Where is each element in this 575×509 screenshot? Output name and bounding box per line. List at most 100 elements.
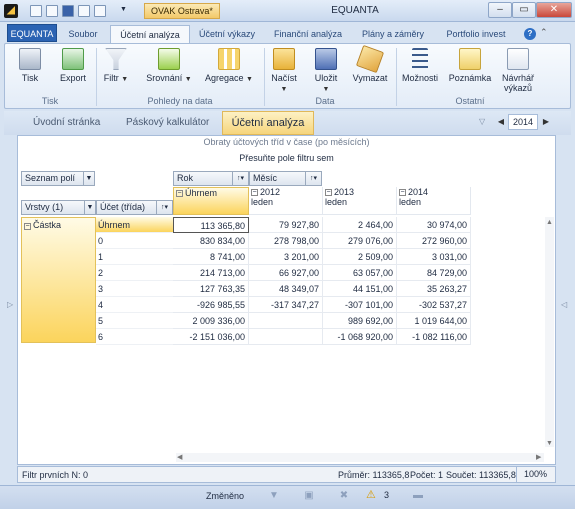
cell-y2014[interactable]: -1 082 116,00	[397, 329, 471, 345]
column-header-2012[interactable]: −2012 leden	[249, 187, 323, 215]
compare-button[interactable]: Srovnání ▼	[144, 48, 194, 83]
cell-total[interactable]: 113 365,80	[173, 217, 249, 233]
cell-y2013[interactable]: 44 151,00	[323, 281, 397, 297]
row-label[interactable]: 5	[96, 313, 173, 329]
cell-y2012[interactable]: 278 798,00	[249, 233, 323, 249]
cell-y2013[interactable]: 279 076,00	[323, 233, 397, 249]
cell-y2014[interactable]: -302 537,27	[397, 297, 471, 313]
filter-button[interactable]: Filtr ▼	[100, 48, 132, 83]
save-button[interactable]: Uložit ▼	[310, 48, 342, 93]
scroll-right-icon[interactable]: ▶	[536, 453, 541, 461]
cell-y2014[interactable]: 35 263,27	[397, 281, 471, 297]
nav-tab-tape-calculator[interactable]: Páskový kalkulátor	[126, 117, 209, 128]
print-button[interactable]: Tisk	[14, 48, 46, 83]
new-file-icon[interactable]	[30, 5, 42, 17]
tab-plany-a-zamery[interactable]: Plány a záměry	[356, 25, 430, 43]
cell-y2014[interactable]: 84 729,00	[397, 265, 471, 281]
cell-y2013[interactable]: -307 101,00	[323, 297, 397, 313]
filter-drop-zone[interactable]: Přesuňte pole filtru sem	[17, 153, 556, 163]
tab-financni-analyza[interactable]: Finanční analýza	[268, 25, 348, 43]
clear-button[interactable]: Vymazat	[350, 44, 390, 83]
collapse-icon[interactable]: −	[176, 190, 183, 198]
cell-y2012[interactable]: -317 347,27	[249, 297, 323, 313]
row-label[interactable]: 2	[96, 265, 173, 281]
cell-y2014[interactable]: 1 019 644,00	[397, 313, 471, 329]
horizontal-scrollbar[interactable]	[176, 453, 544, 462]
print-preview-icon[interactable]	[94, 5, 106, 17]
quick-access-dropdown-icon[interactable]: ▼	[120, 6, 127, 13]
row-label[interactable]: 3	[96, 281, 173, 297]
pin-icon[interactable]: ▣	[302, 489, 316, 503]
cell-y2013[interactable]: -1 068 920,00	[323, 329, 397, 345]
zoom-level[interactable]: 100%	[516, 467, 554, 482]
warning-icon[interactable]: ⚠	[366, 488, 376, 501]
cell-y2013[interactable]: 2 464,00	[323, 217, 397, 233]
row-label[interactable]: 6	[96, 329, 173, 345]
close-button[interactable]: ✕	[536, 2, 572, 18]
cell-total[interactable]: 214 713,00	[173, 265, 249, 281]
help-icon[interactable]: ?	[524, 28, 536, 40]
right-panel-toggle-icon[interactable]: ◁	[561, 300, 567, 309]
row-field-ucet[interactable]: Účet (třída) ↑▾	[96, 200, 173, 215]
print-icon[interactable]	[78, 5, 90, 17]
column-field-rok[interactable]: Rok ↑▾	[173, 171, 249, 186]
column-header-2014[interactable]: −2014 leden	[397, 187, 471, 215]
cell-total[interactable]: 2 009 336,00	[173, 313, 249, 329]
cell-y2012[interactable]: 3 201,00	[249, 249, 323, 265]
year-selector[interactable]: 2014	[508, 114, 538, 130]
tab-portfolio-invest[interactable]: Portfolio invest	[440, 25, 512, 43]
left-panel-toggle-icon[interactable]: ▷	[7, 300, 13, 309]
cell-total[interactable]: 127 763,35	[173, 281, 249, 297]
open-folder-icon[interactable]	[46, 5, 58, 17]
cell-y2013[interactable]: 989 692,00	[323, 313, 397, 329]
changed-button[interactable]: Změněno	[190, 488, 260, 504]
save-icon[interactable]	[62, 5, 74, 17]
cell-total[interactable]: 830 834,00	[173, 233, 249, 249]
cell-y2014[interactable]: 272 960,00	[397, 233, 471, 249]
scroll-up-icon[interactable]: ▲	[546, 219, 553, 226]
row-label[interactable]: 0	[96, 233, 173, 249]
report-designer-button[interactable]: Návrhář výkazů	[496, 48, 540, 93]
nav-tab-home[interactable]: Úvodní stránka	[33, 117, 100, 128]
collapse-icon[interactable]: −	[399, 189, 406, 197]
cell-total[interactable]: -926 985,55	[173, 297, 249, 313]
column-header-2013[interactable]: −2013 leden	[323, 187, 397, 215]
row-label[interactable]: 1	[96, 249, 173, 265]
aggregation-button[interactable]: Agregace ▼	[200, 48, 258, 83]
row-field-vrstvy[interactable]: Vrstvy (1) ▼	[21, 200, 96, 215]
scroll-left-icon[interactable]: ◀	[177, 453, 182, 461]
year-next-button[interactable]: ▶	[540, 115, 552, 129]
collapse-icon[interactable]: −	[24, 223, 31, 230]
load-button[interactable]: Načíst ▼	[268, 48, 300, 93]
column-field-mesic[interactable]: Měsíc ↑▾	[249, 171, 322, 186]
year-prev-button[interactable]: ◀	[495, 115, 507, 129]
vertical-scrollbar[interactable]	[545, 217, 554, 447]
row-label[interactable]: Úhrnem	[96, 217, 173, 233]
collapse-icon[interactable]: −	[251, 189, 258, 197]
options-button[interactable]: Možnosti	[400, 48, 440, 83]
cell-y2012[interactable]: 66 927,00	[249, 265, 323, 281]
column-header-total[interactable]: − Úhrnem	[173, 187, 249, 215]
scroll-down-icon[interactable]: ▼	[546, 440, 553, 447]
row-header-castka[interactable]: − Částka	[21, 217, 96, 343]
cancel-icon[interactable]: ✖	[337, 489, 351, 503]
row-label[interactable]: 4	[96, 297, 173, 313]
nav-tab-accounting-analysis[interactable]: Účetní analýza	[222, 111, 314, 135]
filter-status-icon[interactable]: ▼	[267, 489, 281, 503]
cell-y2012[interactable]: 48 349,07	[249, 281, 323, 297]
note-button[interactable]: Poznámka	[448, 48, 492, 83]
ribbon-minimize-icon[interactable]: ⌃	[540, 27, 548, 38]
cell-y2013[interactable]: 63 057,00	[323, 265, 397, 281]
cell-y2012[interactable]	[249, 329, 323, 345]
cell-y2013[interactable]: 2 509,00	[323, 249, 397, 265]
tab-ucetni-analyza[interactable]: Účetní analýza	[110, 25, 190, 43]
export-button[interactable]: Export	[56, 48, 90, 83]
tab-soubor[interactable]: Soubor	[60, 25, 106, 43]
cell-y2014[interactable]: 30 974,00	[397, 217, 471, 233]
nav-filter-icon[interactable]: ▽	[479, 117, 485, 126]
restore-button[interactable]: ▭	[512, 2, 536, 18]
message-icon[interactable]: ▬	[411, 489, 425, 503]
cell-y2012[interactable]: 79 927,80	[249, 217, 323, 233]
tab-equanta[interactable]: EQUANTA	[7, 24, 57, 42]
minimize-button[interactable]: –	[488, 2, 512, 18]
